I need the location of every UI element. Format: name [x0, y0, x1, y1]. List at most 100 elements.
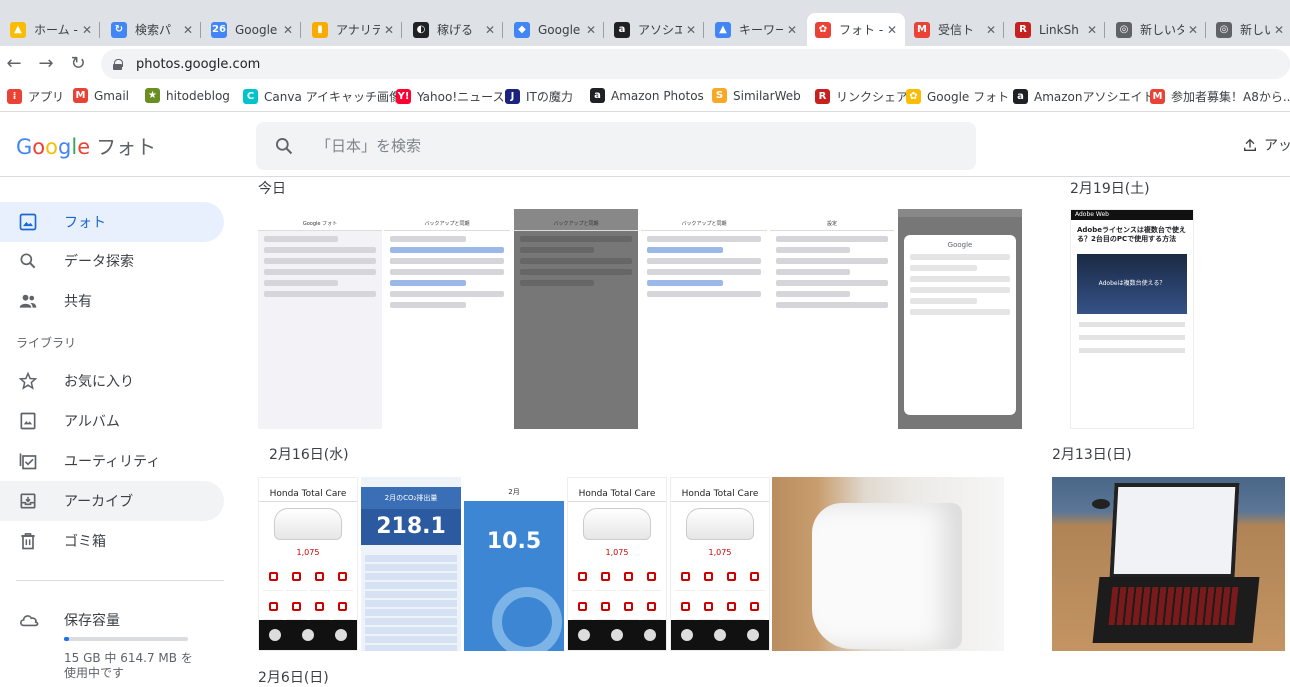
google-photos-logo[interactable]: Google フォト — [16, 131, 156, 160]
close-icon[interactable]: ✕ — [283, 23, 293, 37]
bookmark-label: hitodeblog — [166, 88, 230, 103]
close-icon[interactable]: ✕ — [787, 23, 797, 37]
status-bar — [641, 209, 767, 217]
search-icon — [18, 251, 38, 271]
grid-cell — [618, 594, 639, 620]
web-header: Adobe Web — [1071, 210, 1193, 220]
browser-tab[interactable]: R LinkSh ✕ — [1007, 13, 1105, 46]
photo-thumbnail[interactable] — [1052, 477, 1285, 651]
bookmark-item[interactable]: ✿ Google フォト — [906, 88, 1009, 105]
bookmark-item[interactable]: J ITの魔力 — [505, 88, 573, 105]
sidebar-item-explore[interactable]: データ探索 — [0, 241, 224, 281]
bookmark-item[interactable]: ⁞ アプリ — [7, 88, 64, 105]
photo-thumbnail[interactable]: Honda Total Care 1,075 — [670, 477, 770, 651]
browser-tab[interactable]: ▲ ホーム - ✕ — [2, 13, 100, 46]
search-box[interactable] — [256, 122, 976, 170]
sidebar-item-photos[interactable]: フォト — [0, 202, 224, 242]
browser-tab[interactable]: ◎ 新しいタ ✕ — [1208, 13, 1290, 46]
photo-thumbnail[interactable]: 2月のCO₂排出量 218.1 — [361, 477, 461, 651]
upload-button[interactable]: アッ — [1242, 135, 1290, 155]
thumb-line — [776, 247, 851, 253]
grid-cell — [675, 594, 696, 620]
bookmark-item[interactable]: C Canva アイキャッチ画像 — [243, 88, 401, 105]
browser-tab[interactable]: 26 Google ✕ — [203, 13, 301, 46]
date-heading: 2月13日(日) — [1052, 447, 1132, 463]
close-icon[interactable]: ✕ — [1188, 23, 1198, 37]
browser-tab[interactable]: ◐ 稼げる ✕ — [405, 13, 503, 46]
bookmark-item[interactable]: S SimilarWeb — [712, 88, 801, 103]
photo-thumbnail[interactable]: バックアップと同期 — [641, 209, 767, 429]
grid-cell — [721, 564, 742, 591]
search-icon[interactable] — [274, 136, 294, 156]
close-icon[interactable]: ✕ — [887, 23, 897, 37]
photo-thumbnail[interactable]: Google — [898, 209, 1022, 429]
tab-title: Google — [538, 22, 581, 37]
photo-thumbnail[interactable]: Google フォト — [258, 209, 382, 429]
browser-tab[interactable]: ▮ アナリテ ✕ — [304, 13, 402, 46]
browser-tab[interactable]: ◎ 新しいタ ✕ — [1108, 13, 1206, 46]
grid-cell — [641, 564, 662, 591]
thumb-header: Honda Total Care — [259, 488, 357, 502]
browser-tab[interactable]: ◆ Google ✕ — [506, 13, 604, 46]
browser-tab[interactable]: M 受信ト ✕ — [906, 13, 1004, 46]
forward-arrow-icon[interactable]: → — [35, 53, 57, 74]
bookmark-favicon-icon: Y! — [396, 89, 411, 104]
bookmark-item[interactable]: Y! Yahoo!ニュース — [396, 88, 505, 105]
photo-thumbnail[interactable]: Adobe Web Adobeライセンスは複数台で使える？2台目のPCで使用する… — [1070, 209, 1194, 429]
search-input[interactable] — [316, 137, 916, 155]
browser-tab[interactable]: a アソシエ ✕ — [606, 13, 704, 46]
product-name: フォト — [96, 135, 157, 159]
tab-separator — [99, 22, 100, 38]
bookmark-item[interactable]: M 参加者募集！A8から... — [1150, 88, 1290, 105]
mouse-image — [1092, 499, 1110, 509]
thumb-line — [910, 298, 978, 304]
bookmark-favicon-icon: M — [73, 88, 88, 103]
photo-thumbnail[interactable]: バックアップと同期 — [384, 209, 510, 429]
web-image: Adobeは複数台使える？ — [1077, 254, 1187, 314]
grid-cell — [595, 594, 616, 620]
sidebar-item-utilities[interactable]: ユーティリティ — [0, 441, 224, 481]
close-icon[interactable]: ✕ — [586, 23, 596, 37]
tab-title: 受信ト — [938, 23, 975, 37]
bookmark-favicon-icon: C — [243, 89, 258, 104]
sidebar-item-archive[interactable]: アーカイブ — [0, 481, 224, 521]
sidebar-item-trash[interactable]: ゴミ箱 — [0, 521, 224, 561]
bookmark-item[interactable]: M Gmail — [73, 88, 129, 103]
reload-icon[interactable]: ↻ — [67, 53, 89, 74]
bookmark-item[interactable]: a Amazon Photos — [590, 88, 704, 103]
bookmark-item[interactable]: ★ hitodeblog — [145, 88, 230, 103]
back-arrow-icon[interactable]: ← — [3, 53, 25, 74]
browser-tab[interactable]: ✿ フォト - ✕ — [807, 13, 905, 46]
close-icon[interactable]: ✕ — [1087, 23, 1097, 37]
sidebar-item-favorites[interactable]: お気に入り — [0, 361, 224, 401]
photo-thumbnail[interactable]: 2月 10.5 — [464, 477, 564, 651]
bookmark-item[interactable]: R リンクシェア — [815, 88, 908, 105]
bookmark-label: アプリ — [28, 90, 65, 104]
close-icon[interactable]: ✕ — [986, 23, 996, 37]
tab-title: 新しいタ — [1240, 23, 1270, 37]
browser-tab[interactable]: ▲ キーワー ✕ — [707, 13, 805, 46]
close-icon[interactable]: ✕ — [384, 23, 394, 37]
tab-favicon-icon: ◐ — [413, 21, 429, 38]
photo-thumbnail[interactable]: バックアップと同期 — [514, 209, 638, 429]
photo-thumbnail[interactable]: 設定 — [770, 209, 894, 429]
tab-favicon-icon: a — [614, 21, 630, 38]
tab-separator — [1003, 22, 1004, 38]
close-icon[interactable]: ✕ — [485, 23, 495, 37]
close-icon[interactable]: ✕ — [82, 23, 92, 37]
photo-thumbnail[interactable]: Honda Total Care 1,075 — [258, 477, 358, 651]
sidebar-item-albums[interactable]: アルバム — [0, 401, 224, 441]
browser-tab[interactable]: ↻ 検索パ ✕ — [103, 13, 201, 46]
close-icon[interactable]: ✕ — [686, 23, 696, 37]
storage-link[interactable]: 保存容量 — [18, 610, 120, 630]
sidebar-item-sharing[interactable]: 共有 — [0, 281, 224, 321]
storage-progress-fill — [64, 637, 69, 641]
photo-thumbnail[interactable]: Honda Total Care 1,075 — [567, 477, 667, 651]
thumb-line — [647, 247, 723, 253]
close-icon[interactable]: ✕ — [183, 23, 193, 37]
address-bar[interactable]: photos.google.com — [101, 49, 1290, 79]
close-icon[interactable]: ✕ — [1274, 23, 1284, 37]
photo-thumbnail[interactable] — [772, 477, 1004, 651]
thumb-line — [520, 258, 632, 264]
bookmark-item[interactable]: a Amazonアソシエイト — [1013, 88, 1155, 105]
